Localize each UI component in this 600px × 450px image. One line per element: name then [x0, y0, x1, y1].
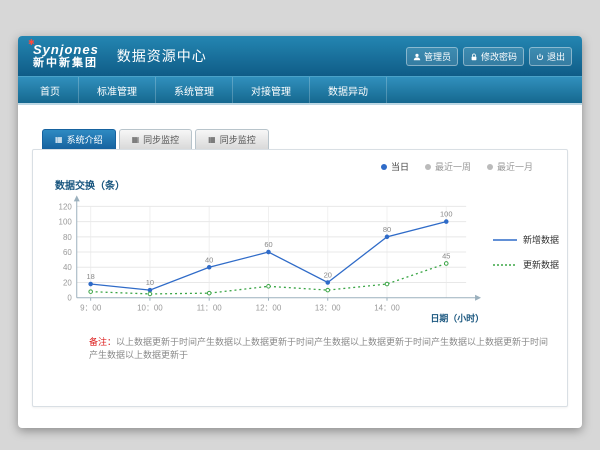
- svg-text:0: 0: [67, 294, 72, 303]
- tab-bar: ▦系统介绍▦同步监控▦同步监控: [32, 129, 568, 149]
- svg-text:100: 100: [440, 210, 452, 219]
- tab-label: 同步监控: [220, 133, 256, 146]
- filter-dot-icon: [487, 164, 493, 170]
- logout-label: 退出: [547, 50, 565, 63]
- svg-text:40: 40: [205, 255, 213, 264]
- nav-item-4[interactable]: 对接管理: [233, 77, 310, 103]
- chart-legend: 新增数据更新数据: [492, 233, 559, 271]
- svg-text:10：00: 10：00: [137, 304, 163, 313]
- svg-text:日期（小时）: 日期（小时）: [430, 313, 484, 324]
- chart-area: 0 20 40 60 80 100 120 9：00 10：00 11：00 12：00 13：00 1…: [41, 192, 559, 326]
- legend-label: 更新数据: [523, 258, 559, 271]
- nav-item-2[interactable]: 标准管理: [79, 77, 156, 103]
- page-title: 数据资源中心: [117, 46, 207, 66]
- line-chart-svg: 0 20 40 60 80 100 120 9：00 10：00 11：00 12：00 13：00 1…: [41, 192, 488, 326]
- change-password-button[interactable]: 修改密码: [463, 47, 524, 66]
- power-icon: [536, 53, 544, 61]
- svg-text:80: 80: [63, 233, 72, 242]
- logout-button[interactable]: 退出: [529, 47, 572, 66]
- svg-text:18: 18: [87, 272, 95, 281]
- logo: ✱ Synjones 新中新集团: [28, 43, 99, 69]
- tab-grid-icon: ▦: [132, 136, 140, 144]
- svg-text:20: 20: [63, 278, 72, 287]
- header-actions: 管理员 修改密码 退出: [406, 47, 572, 66]
- app-window: ✱ Synjones 新中新集团 数据资源中心 管理员 修改密码 退出 首页标准…: [18, 36, 582, 428]
- tab-3[interactable]: ▦ 同步监控: [195, 129, 269, 149]
- svg-text:60: 60: [63, 248, 72, 257]
- nav-item-1[interactable]: 首页: [22, 77, 79, 103]
- filter-dot-icon: [425, 164, 431, 170]
- footnote: 备注：以上数据更新于时间产生数据以上数据更新于时间产生数据以上数据更新于时间产生…: [41, 336, 559, 361]
- svg-text:12：00: 12：00: [256, 304, 282, 313]
- legend-label: 新增数据: [523, 233, 559, 246]
- content-area: ▦系统介绍▦同步监控▦同步监控 当日最近一周最近一月 数据交换（条） 02040…: [18, 105, 582, 407]
- user-icon: [413, 53, 421, 61]
- filter-3[interactable]: 最近一月: [487, 160, 533, 173]
- nav-menu: 首页标准管理系统管理对接管理数据异动: [18, 76, 582, 105]
- logo-name: Synjones: [33, 43, 99, 56]
- svg-text:45: 45: [442, 252, 450, 261]
- svg-text:100: 100: [59, 218, 73, 227]
- svg-text:13：00: 13：00: [315, 304, 341, 313]
- content-panel: 当日 最近一周 最近一月 数据交换（条） 0 20 40 60 80 100 120 9：00 10…: [32, 149, 568, 407]
- change-password-label: 修改密码: [481, 50, 517, 63]
- svg-text:20: 20: [324, 271, 332, 280]
- svg-text:9：00: 9：00: [80, 304, 102, 313]
- svg-text:11：00: 11：00: [197, 304, 223, 313]
- lock-icon: [470, 53, 478, 61]
- svg-text:40: 40: [63, 263, 72, 272]
- legend-item-2[interactable]: 更新数据: [492, 258, 559, 271]
- app-header: ✱ Synjones 新中新集团 数据资源中心 管理员 修改密码 退出: [18, 36, 582, 76]
- nav-item-3[interactable]: 系统管理: [156, 77, 233, 103]
- nav-item-5[interactable]: 数据异动: [310, 77, 387, 103]
- tab-label: 系统介绍: [67, 133, 103, 146]
- svg-text:80: 80: [383, 225, 391, 234]
- tab-grid-icon: ▦: [55, 136, 63, 144]
- footnote-text: 以上数据更新于时间产生数据以上数据更新于时间产生数据以上数据更新于时间产生数据以…: [89, 337, 548, 360]
- filter-label: 当日: [391, 160, 409, 173]
- y-axis-label: 数据交换（条）: [55, 177, 559, 192]
- svg-text:10: 10: [146, 278, 154, 287]
- filter-label: 最近一月: [497, 160, 533, 173]
- tab-grid-icon: ▦: [208, 136, 216, 144]
- filter-2[interactable]: 最近一周: [425, 160, 471, 173]
- filter-1[interactable]: 当日: [381, 160, 409, 173]
- filter-label: 最近一周: [435, 160, 471, 173]
- admin-user-button[interactable]: 管理员: [406, 47, 458, 66]
- logo-star-icon: ✱: [28, 39, 35, 47]
- tab-2[interactable]: ▦同步监控: [119, 129, 193, 149]
- admin-user-label: 管理员: [424, 50, 451, 63]
- time-filter-group: 当日 最近一周 最近一月: [41, 156, 559, 175]
- legend-item-1[interactable]: 新增数据: [492, 233, 559, 246]
- svg-text:120: 120: [59, 202, 73, 211]
- tab-1[interactable]: ▦ 系统介绍: [42, 129, 116, 149]
- tab-label: 同步监控: [143, 133, 179, 146]
- filter-dot-icon: [381, 164, 387, 170]
- svg-text:14：00: 14：00: [374, 304, 400, 313]
- logo-subtitle: 新中新集团: [33, 58, 99, 69]
- footnote-label: 备注：: [89, 337, 116, 347]
- svg-text:60: 60: [264, 240, 272, 249]
